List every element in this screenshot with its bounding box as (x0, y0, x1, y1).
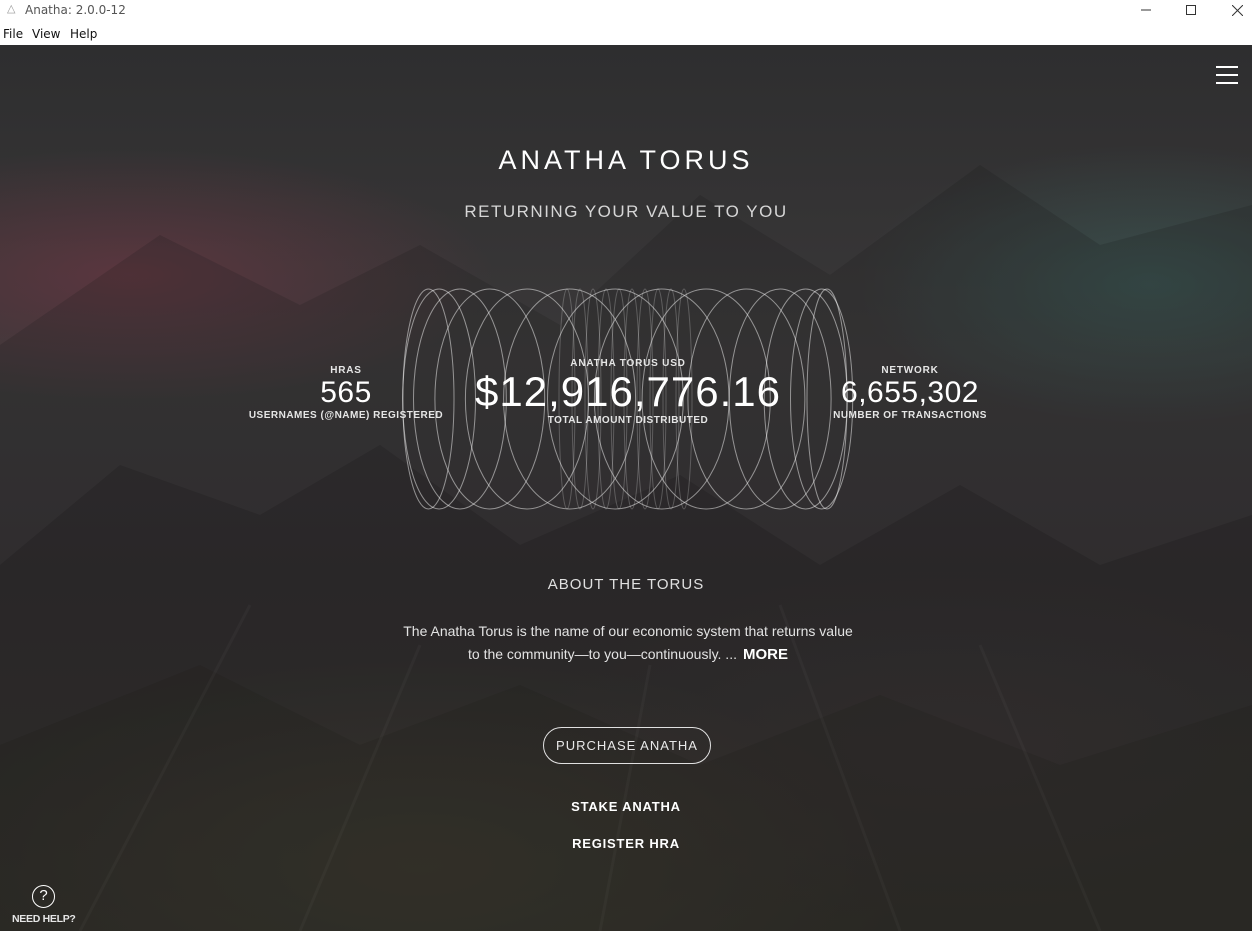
stat-torus-caption: TOTAL AMOUNT DISTRIBUTED (547, 415, 709, 426)
about-text-line2: to the community—to you—continuously. ..… (468, 646, 737, 662)
stat-torus-usd: ANATHA TORUS USD $12,916,776.16 TOTAL AM… (470, 358, 786, 426)
stat-hras-label: HRAS (330, 365, 362, 376)
maximize-icon (1186, 5, 1196, 15)
minimize-icon (1141, 9, 1151, 11)
menu-help[interactable]: Help (70, 27, 97, 41)
menu-view[interactable]: View (32, 27, 60, 41)
close-icon (1231, 4, 1243, 16)
need-help-button[interactable]: ? NEED HELP? (10, 885, 80, 929)
stake-anatha-link[interactable]: STAKE ANATHA (0, 799, 1252, 814)
app-logo-icon: △ (7, 3, 16, 15)
register-hra-link[interactable]: REGISTER HRA (0, 836, 1252, 851)
need-help-label: NEED HELP? (12, 913, 76, 925)
maximize-button[interactable] (1168, 0, 1214, 20)
stat-network-caption: NUMBER OF TRANSACTIONS (833, 410, 987, 421)
about-text-line1: The Anatha Torus is the name of our econ… (403, 623, 853, 639)
stat-hras-caption: USERNAMES (@NAME) REGISTERED (248, 410, 444, 421)
stat-network-value: 6,655,302 (841, 376, 979, 409)
page-title: ANATHA TORUS (498, 145, 754, 175)
stat-hras: HRAS 565 USERNAMES (@NAME) REGISTERED (240, 365, 452, 421)
title-bar: △ Anatha: 2.0.0-12 (0, 0, 1252, 20)
minimize-button[interactable] (1123, 0, 1169, 20)
close-button[interactable] (1214, 0, 1252, 20)
question-circle-icon: ? (32, 885, 55, 908)
app-content: ANATHA TORUS RETURNING YOUR VALUE TO YOU… (0, 45, 1252, 931)
stat-network-label: NETWORK (881, 365, 939, 376)
page-subtitle: RETURNING YOUR VALUE TO YOU (464, 202, 788, 221)
hamburger-menu-button[interactable] (1214, 64, 1240, 86)
more-link[interactable]: MORE (743, 646, 788, 663)
stat-hras-value: 565 (320, 376, 372, 409)
menu-bar: File View Help (0, 20, 1252, 45)
purchase-anatha-button[interactable]: PURCHASE ANATHA (543, 727, 711, 764)
window-title: Anatha: 2.0.0-12 (25, 3, 126, 17)
stat-network: NETWORK 6,655,302 NUMBER OF TRANSACTIONS (820, 365, 1000, 421)
menu-file[interactable]: File (3, 27, 23, 41)
about-text: The Anatha Torus is the name of our econ… (380, 620, 876, 666)
about-heading: ABOUT THE TORUS (547, 576, 705, 593)
stat-torus-value: $12,916,776.16 (475, 368, 781, 415)
